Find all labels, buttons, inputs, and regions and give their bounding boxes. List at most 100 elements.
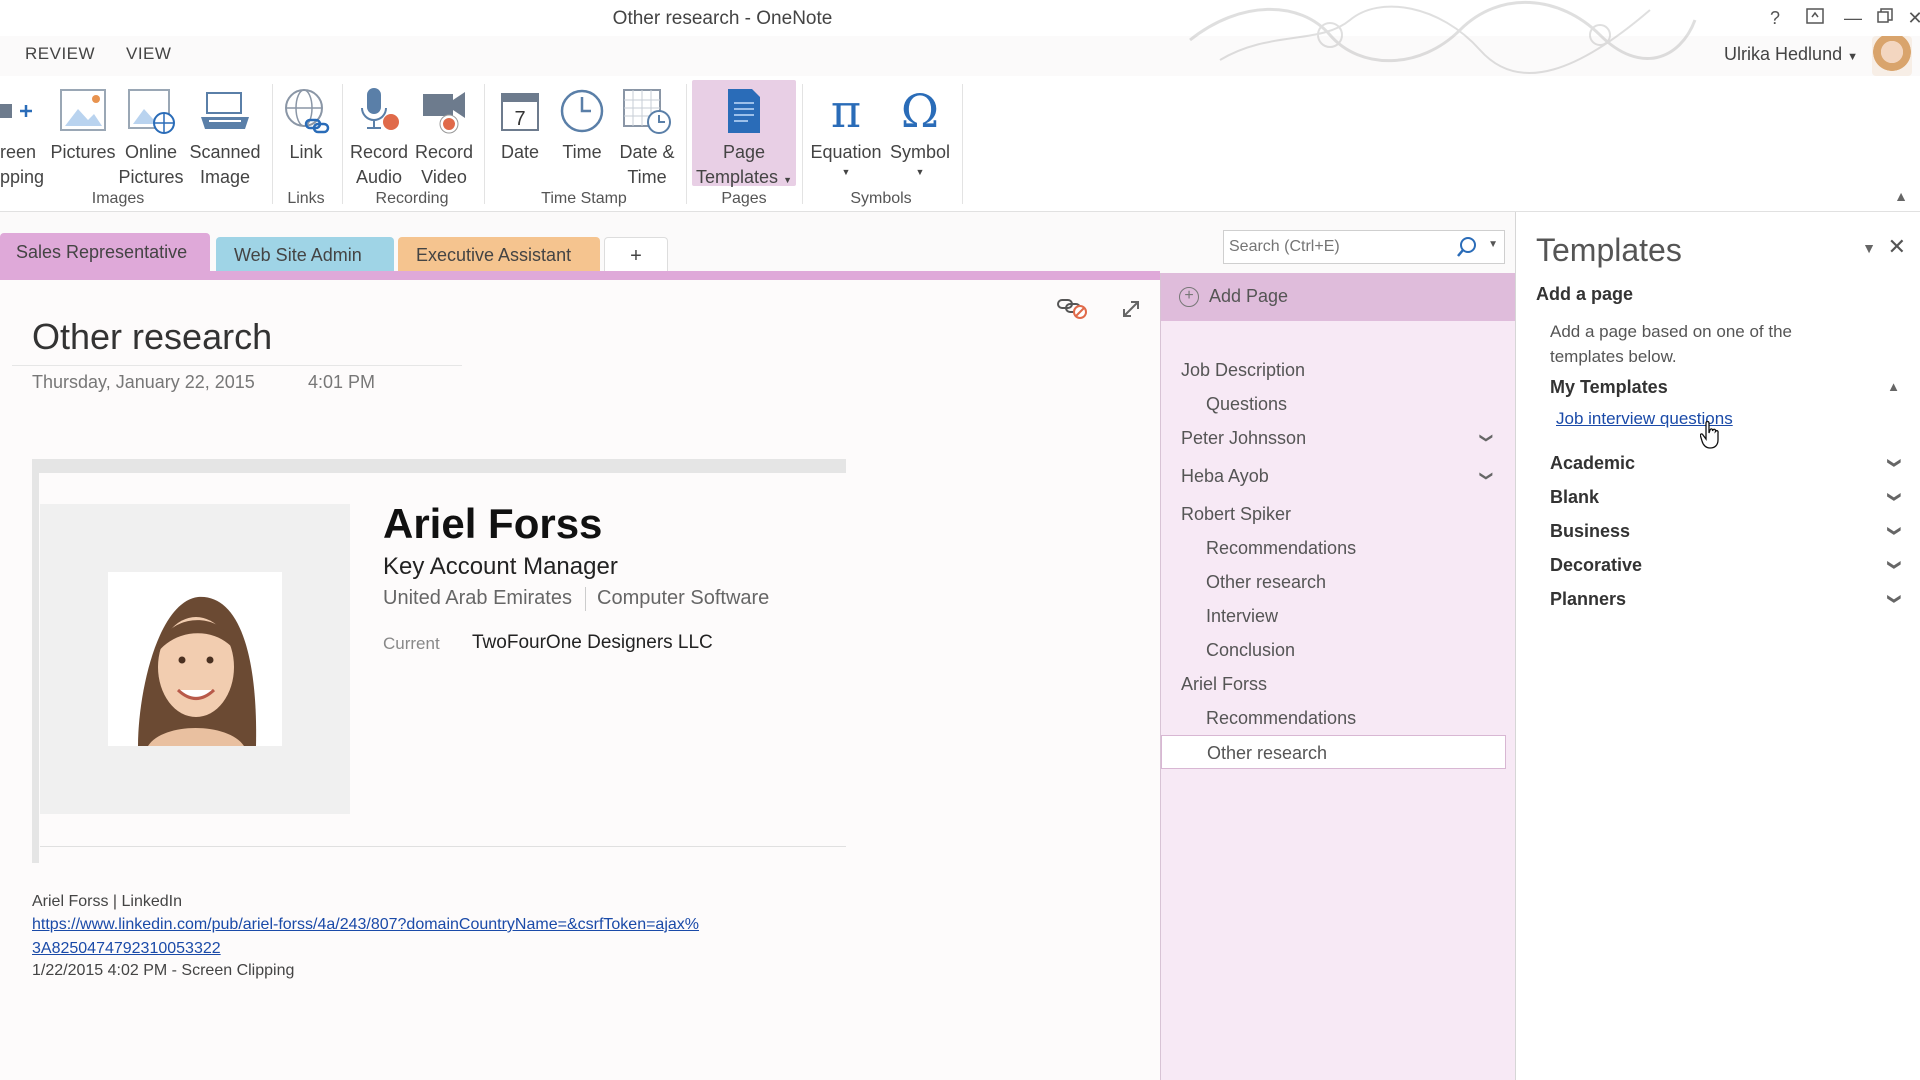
pane-options-chevron-icon[interactable]: ▼ [1862,240,1876,256]
category-decorative[interactable]: Decorative ❯ [1550,550,1903,580]
date-time-button[interactable]: Date & Time [614,82,680,190]
page-item-label: Heba Ayob [1181,466,1269,486]
time-label: Time [562,142,602,162]
scanned-image-label-2: Image [199,167,251,187]
chevron-down-icon: ❯ [1887,559,1903,571]
pictures-icon [48,82,118,140]
online-pictures-button[interactable]: Online Pictures [118,82,184,190]
close-icon[interactable]: ✕ [1888,234,1906,260]
symbol-button[interactable]: Ω Symbol ▼ [884,82,956,179]
hand-cursor-icon [1700,421,1719,449]
date-time-label-2: Time [627,167,667,187]
page-title[interactable]: Other research [32,316,272,358]
help-icon[interactable]: ? [1760,4,1790,32]
profile-role: Key Account Manager [383,553,618,580]
clip-info: 1/22/2015 4:02 PM - Screen Clipping [32,962,295,979]
profile-industry: Computer Software [597,587,770,609]
add-section-button[interactable]: + [604,237,668,273]
title-underline [12,365,462,366]
profile-location: United Arab Emirates [383,587,572,609]
page-item-peter-johnsson[interactable]: Peter Johnsson ❯ [1161,421,1506,455]
page-templates-button[interactable]: Page Templates ▼ [692,80,796,187]
category-business[interactable]: Business ❯ [1550,516,1903,546]
clipping-bottom-line [40,846,846,847]
page-item-other-research-selected[interactable]: Other research [1161,735,1506,769]
category-blank[interactable]: Blank ❯ [1550,482,1903,512]
record-audio-label-1: Record [349,142,409,162]
scanned-image-button[interactable]: Scanned Image [186,82,264,190]
page-item-conclusion[interactable]: Conclusion [1161,633,1506,667]
link-label: Link [289,142,323,162]
equation-button[interactable]: π Equation ▼ [806,82,886,179]
restore-icon[interactable] [1870,4,1900,32]
group-time-stamp: Time Stamp [541,190,627,207]
group-symbols: Symbols [850,190,912,207]
online-pictures-icon [118,82,184,140]
page-item-robert-spiker[interactable]: Robert Spiker [1161,497,1506,531]
category-my-templates[interactable]: My Templates ▲ [1550,372,1900,402]
current-label: Current [383,634,440,653]
page-item-heba-ayob[interactable]: Heba Ayob ❯ [1161,459,1506,493]
collapse-chevron-icon[interactable]: ❯ [1470,433,1504,444]
microphone-icon [346,82,412,140]
section-tab-sales-representative[interactable]: Sales Representative [0,233,210,273]
record-audio-button[interactable]: Record Audio [346,82,412,190]
page-item-ariel-forss[interactable]: Ariel Forss [1161,667,1506,701]
pictures-button[interactable]: Pictures [48,82,118,165]
section-tab-executive-assistant[interactable]: Executive Assistant [398,237,600,273]
group-recording: Recording [375,190,449,207]
chevron-up-icon: ▲ [1887,379,1900,394]
record-audio-label-2: Audio [355,167,403,187]
group-images: Images [91,190,145,207]
link-button[interactable]: Link [278,82,334,165]
minimize-icon[interactable]: — [1838,4,1868,32]
screen-clipping-button[interactable]: reen pping [0,82,44,190]
title-bar: Other research - OneNote ? — ✕ [0,0,1920,74]
page-item-recommendations[interactable]: Recommendations [1161,701,1506,735]
category-planners[interactable]: Planners ❯ [1550,584,1903,614]
collapse-ribbon-icon[interactable]: ▲ [1894,188,1908,204]
video-camera-icon [412,82,476,140]
record-video-button[interactable]: Record Video [412,82,476,190]
page-time: 4:01 PM [308,372,376,392]
page-item-questions[interactable]: Questions [1161,387,1506,421]
source-url-line-1[interactable]: https://www.linkedin.com/pub/ariel-forss… [32,916,699,934]
category-academic[interactable]: Academic ❯ [1550,448,1903,478]
add-page-label: Add Page [1209,286,1289,306]
section-color-strip [0,271,1160,280]
date-button[interactable]: 7 Date [492,82,548,165]
screen-clipping-label-1: reen [0,142,37,162]
add-page-button[interactable]: + Add Page [1161,273,1516,321]
tab-view[interactable]: VIEW [126,44,171,64]
section-tab-web-site-admin[interactable]: Web Site Admin [216,237,394,273]
time-button[interactable]: Time [552,82,612,165]
expand-icon[interactable] [1120,298,1142,320]
search-input[interactable] [1224,231,1459,263]
close-icon[interactable]: ✕ [1900,4,1920,32]
search-icon[interactable] [1456,236,1478,263]
avatar[interactable] [1872,36,1912,76]
page-item-other-research[interactable]: Other research [1161,565,1506,599]
profile-name: Ariel Forss [383,500,603,547]
page-item-job-description[interactable]: Job Description [1161,353,1506,387]
templates-subtitle: Add a page [1536,284,1634,304]
plus-circle-icon: + [1179,287,1199,307]
user-name[interactable]: Ulrika Hedlund ▼ [1724,44,1858,65]
link-sync-icon[interactable] [1056,296,1090,322]
calendar-icon: 7 [492,82,548,140]
tab-review[interactable]: REVIEW [25,44,95,64]
search-scope-chevron-icon[interactable]: ▼ [1488,239,1498,250]
ribbon-display-icon[interactable] [1800,4,1830,32]
search-box[interactable]: ▼ [1223,230,1505,264]
group-separator [686,84,687,204]
page-item-recommendations[interactable]: Recommendations [1161,531,1506,565]
calendar-day: 7 [514,108,525,130]
page-item-interview[interactable]: Interview [1161,599,1506,633]
group-pages: Pages [721,190,767,207]
link-icon [278,82,334,140]
record-video-label-1: Record [414,142,474,162]
collapse-chevron-icon[interactable]: ❯ [1470,471,1504,482]
source-url-line-2[interactable]: 3A8250474792310053322 [32,940,221,958]
online-pictures-label-1: Online [124,142,178,162]
category-label: Decorative [1550,555,1643,575]
